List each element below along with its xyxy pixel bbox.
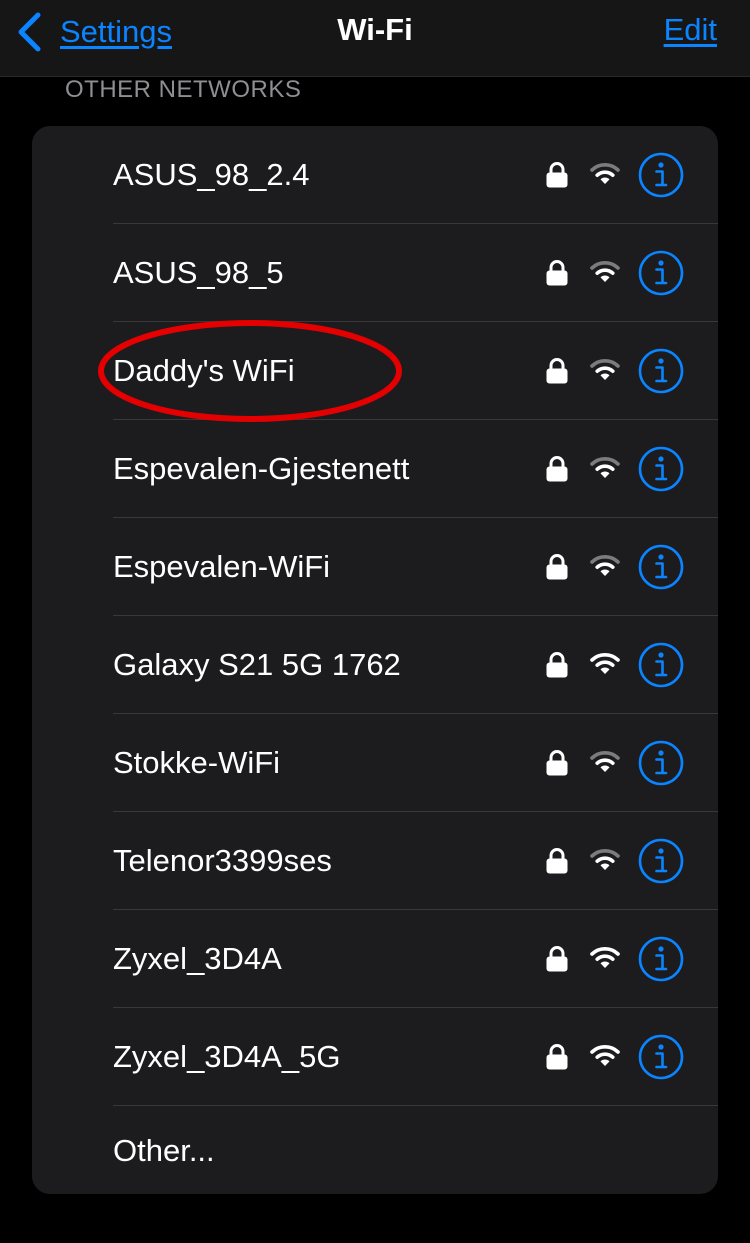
network-name: Zyxel_3D4A [113,941,282,976]
network-list: ASUS_98_2.4 ASUS_98_5 Daddy's WiFi Espevale… [32,126,718,1194]
wifi-signal-icon [590,947,620,968]
info-icon[interactable] [637,445,685,493]
lock-icon [546,1044,568,1070]
network-row[interactable]: Telenor3399ses [32,812,718,910]
wifi-signal-icon [590,457,620,478]
lock-icon [546,456,568,482]
lock-icon [546,358,568,384]
network-name: Telenor3399ses [113,843,332,878]
network-name: ASUS_98_2.4 [113,157,310,192]
wifi-signal-icon [590,555,620,576]
network-row[interactable]: ASUS_98_5 [32,224,718,322]
page-title: Wi-Fi [337,12,413,47]
info-icon[interactable] [637,543,685,591]
info-icon[interactable] [637,249,685,297]
wifi-signal-icon [590,1045,620,1066]
navigation-bar: Settings Wi-Fi Edit [0,0,750,77]
info-icon[interactable] [637,641,685,689]
network-row[interactable]: Stokke-WiFi [32,714,718,812]
wifi-signal-icon [590,653,620,674]
network-row[interactable]: ASUS_98_2.4 [32,126,718,224]
info-icon[interactable] [637,347,685,395]
info-icon[interactable] [637,151,685,199]
lock-icon [546,162,568,188]
network-row[interactable]: Espevalen-Gjestenett [32,420,718,518]
network-row[interactable]: Zyxel_3D4A_5G [32,1008,718,1106]
network-name: Daddy's WiFi [113,353,295,388]
network-name: Espevalen-Gjestenett [113,451,410,486]
network-row[interactable]: Espevalen-WiFi [32,518,718,616]
other-network-label: Other... [113,1133,215,1168]
lock-icon [546,848,568,874]
wifi-signal-icon [590,261,620,282]
lock-icon [546,260,568,286]
network-name: Galaxy S21 5G 1762 [113,647,401,682]
wifi-signal-icon [590,359,620,380]
network-name: Espevalen-WiFi [113,549,331,584]
edit-button[interactable]: Edit [664,12,717,48]
lock-icon [546,750,568,776]
other-network-row[interactable]: Other... [32,1106,718,1194]
section-header-other-networks: OTHER NETWORKS [65,76,302,103]
network-name: Zyxel_3D4A_5G [113,1039,341,1074]
info-icon[interactable] [637,837,685,885]
info-icon[interactable] [637,1033,685,1081]
info-icon[interactable] [637,739,685,787]
info-icon[interactable] [637,935,685,983]
network-row[interactable]: Zyxel_3D4A [32,910,718,1008]
lock-icon [546,946,568,972]
lock-icon [546,652,568,678]
wifi-signal-icon [590,163,620,184]
wifi-signal-icon [590,849,620,870]
network-name: Stokke-WiFi [113,745,281,780]
network-row[interactable]: Galaxy S21 5G 1762 [32,616,718,714]
network-name: ASUS_98_5 [113,255,284,290]
network-row[interactable]: Daddy's WiFi [32,322,718,420]
lock-icon [546,554,568,580]
wifi-signal-icon [590,751,620,772]
